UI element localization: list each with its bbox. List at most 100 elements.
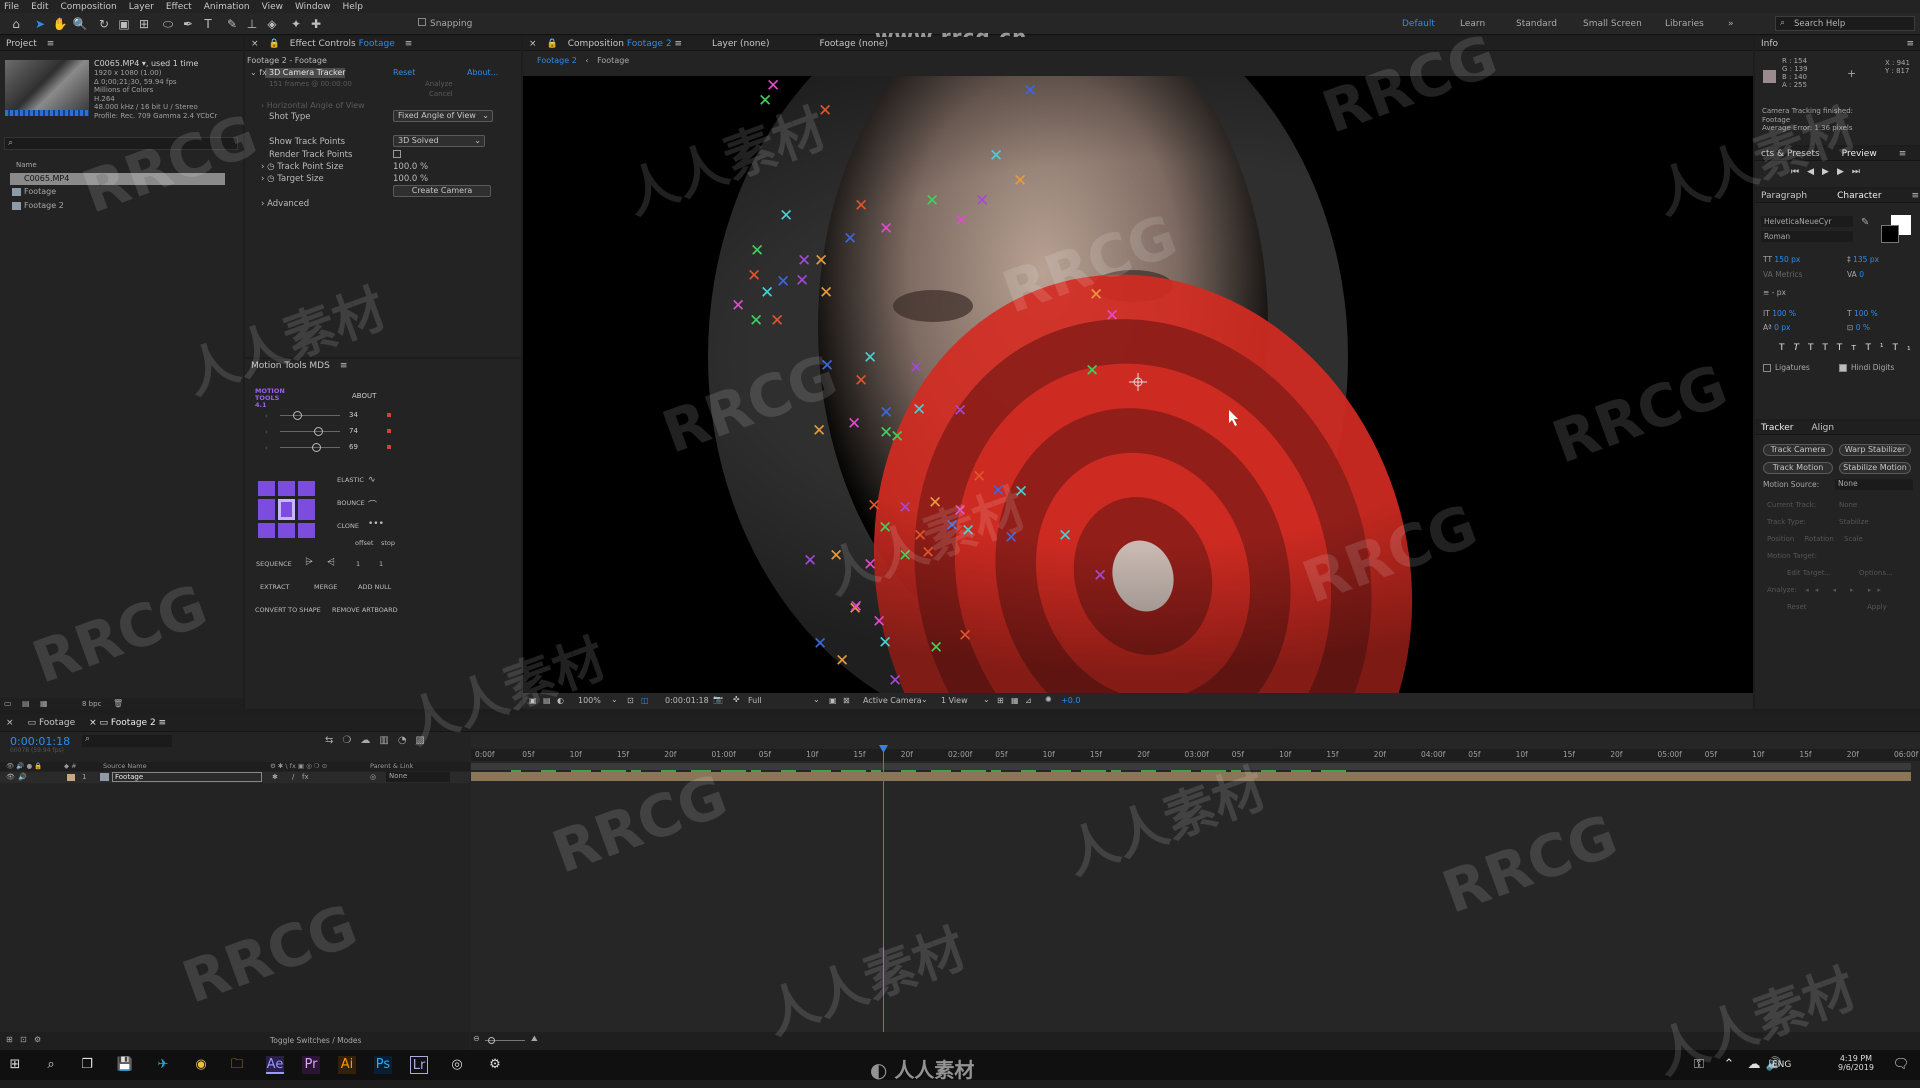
chevron-right-icon[interactable]: › [261, 174, 264, 184]
zoom-tool-icon[interactable]: 🔍 [72, 16, 88, 32]
transparency-grid-icon[interactable]: ◫ [641, 696, 649, 705]
project-search-input[interactable]: ⌕ [4, 137, 238, 150]
region-of-interest-icon[interactable]: ▤ [543, 696, 551, 705]
chevron-right-icon[interactable]: › [261, 162, 264, 172]
snapping-checkbox[interactable] [418, 18, 426, 26]
effects-presets-tab[interactable]: cts & Presets [1761, 147, 1820, 160]
motion-source-dropdown[interactable]: None [1835, 479, 1913, 490]
speaker-icon[interactable]: 🔊 [18, 773, 27, 781]
horizontal-scale-field[interactable]: T 100 % [1847, 309, 1878, 318]
effect-name-3d-camera-tracker[interactable]: 3D Camera Tracker [269, 68, 346, 77]
column-parent-link[interactable]: Parent & Link [370, 762, 413, 770]
close-icon[interactable]: × [251, 37, 259, 50]
lightroom-icon[interactable]: Lr [410, 1056, 428, 1074]
track-point-marker[interactable]: ✕ [958, 626, 972, 646]
menu-file[interactable]: File [4, 2, 19, 12]
task-view-icon[interactable]: ❐ [78, 1056, 96, 1074]
draft-3d-icon[interactable]: ❍ [342, 735, 360, 746]
network-icon[interactable]: ⚿ [1690, 1056, 1708, 1074]
track-point-marker[interactable]: ✕ [770, 311, 784, 331]
sequence-value-2[interactable]: 1 [379, 560, 383, 568]
parent-dropdown[interactable]: None [386, 772, 450, 782]
work-area-bar[interactable] [471, 763, 1911, 770]
mask-visibility-icon[interactable]: ◐ [557, 696, 564, 705]
next-frame-icon[interactable]: ▶ [1837, 167, 1852, 177]
slider-knob-3[interactable] [312, 443, 321, 452]
vertical-scale-field[interactable]: IT 100 % [1763, 309, 1796, 318]
app-icon[interactable]: ⚙ [486, 1056, 504, 1074]
nav-comp-footage[interactable]: Footage [597, 56, 629, 65]
stop-label[interactable]: stop [381, 539, 395, 547]
last-frame-icon[interactable]: ⏭ [1852, 167, 1868, 177]
zoom-slider-knob[interactable] [488, 1037, 495, 1044]
file-explorer-icon[interactable]: 🗀 [228, 1056, 246, 1074]
search-icon[interactable]: ⌕ [42, 1056, 60, 1074]
timeline-tab-footage[interactable]: ▭ Footage [28, 714, 76, 731]
anchor-cell[interactable] [298, 499, 315, 520]
fx-switch-icon[interactable]: fx [302, 773, 309, 781]
menu-animation[interactable]: Animation [204, 2, 250, 12]
fx-icon[interactable]: ⌄ fx [250, 68, 267, 77]
comp-flowchart-icon[interactable]: ⊿ [1025, 696, 1032, 705]
track-point-marker[interactable]: ✕ [797, 251, 811, 271]
track-point-marker[interactable]: ✕ [898, 546, 912, 566]
fast-previews-icon[interactable]: ▣ [829, 696, 837, 705]
previous-frame-icon[interactable]: ◀ [1807, 167, 1822, 177]
after-effects-icon[interactable]: Ae [266, 1056, 284, 1074]
font-style-dropdown[interactable]: Roman [1761, 231, 1853, 242]
anchor-cell[interactable] [258, 499, 275, 520]
track-point-marker[interactable]: ✕ [835, 651, 849, 671]
shot-type-dropdown[interactable]: Fixed Angle of View ⌄ [393, 110, 493, 122]
track-point-marker[interactable]: ✕ [898, 498, 912, 518]
graph-editor-icon[interactable]: ▨ [416, 735, 434, 746]
effect-controls-tab[interactable]: Effect Controls Footage [290, 37, 395, 50]
shy-layers-icon[interactable]: ☁ [360, 735, 379, 746]
track-point-marker[interactable]: ✕ [1014, 482, 1028, 502]
play-icon[interactable]: ▶ [1822, 167, 1837, 177]
home-icon[interactable]: ⌂ [8, 16, 24, 32]
track-point-marker[interactable]: ✕ [945, 516, 959, 536]
footage-viewer-tab[interactable]: Footage (none) [819, 37, 888, 50]
comp-mini-flowchart-icon[interactable]: ⇆ [325, 735, 342, 746]
composition-tab[interactable]: Composition Footage 2 ≡ [568, 37, 682, 50]
track-point-marker[interactable]: ✕ [929, 638, 943, 658]
pan-behind-tool-icon[interactable]: ⊞ [136, 16, 152, 32]
track-point-marker[interactable]: ✕ [975, 191, 989, 211]
windows-start-icon[interactable]: ⊞ [6, 1056, 24, 1074]
reset-exposure-icon[interactable]: ✺ [1045, 695, 1052, 704]
hand-tool-icon[interactable]: ✋ [52, 16, 68, 32]
timeline-link-icon[interactable]: ▦ [1011, 696, 1019, 705]
pickwhip-icon[interactable]: ◎ [370, 773, 376, 781]
track-point-marker[interactable]: ✕ [1058, 526, 1072, 546]
track-point-marker[interactable]: ✕ [912, 400, 926, 420]
stroke-width-field[interactable]: ≡ - px [1763, 288, 1786, 297]
toggle-switches-modes[interactable]: Toggle Switches / Modes [270, 1036, 361, 1045]
anchor-cell[interactable] [278, 481, 295, 496]
track-point-marker[interactable]: ✕ [954, 211, 968, 231]
layer-switches-icon[interactable]: ⊞ [6, 1035, 13, 1044]
small-caps-icon[interactable]: Tᴛ [1837, 343, 1866, 353]
track-point-marker[interactable]: ✕ [779, 206, 793, 226]
merge-button[interactable]: MERGE [314, 583, 337, 591]
composition-viewer[interactable]: ✕ ✕ ✕ ✕ ✕ ✕ ✕ ✕ ✕ ✕ ✕ ✕ ✕ ✕ ✕ ✕ ✕ ✕ ✕ ✕ ✕ ✕ ✕ ✕ ✕ ✕ ✕ ✕ ✕ ✕ ✕ ✕ ✕ ✕ ✕ ✕ ✕ ✕ ✕ ✕… [523, 76, 1753, 693]
anchor-cell[interactable] [258, 523, 275, 538]
magnification-dropdown[interactable]: 100% [578, 696, 601, 705]
motion-blur-icon[interactable]: ◔ [398, 735, 416, 746]
zoom-in-icon[interactable]: ⛰ [531, 1034, 538, 1044]
lock-icon[interactable]: 🔒 [547, 37, 558, 50]
illustrator-icon[interactable]: Ai [338, 1056, 356, 1074]
selection-tool-icon[interactable]: ➤ [32, 16, 48, 32]
track-point-marker[interactable]: ✕ [1023, 81, 1037, 101]
track-point-marker[interactable]: ✕ [863, 555, 877, 575]
menu-icon[interactable]: ≡ [405, 37, 413, 50]
subscript-icon[interactable]: T₁ [1893, 343, 1920, 353]
project-item-c0065[interactable]: C0065.MP4 [10, 173, 225, 185]
search-help-field[interactable]: ⌕ Search Help [1775, 16, 1915, 31]
trash-icon[interactable]: 🗑 [113, 699, 123, 708]
slider-value-1[interactable]: 34 [349, 411, 358, 419]
track-point-marker[interactable]: ✕ [878, 633, 892, 653]
onedrive-icon[interactable]: ☁ [1745, 1056, 1763, 1074]
column-name[interactable]: Name [16, 161, 37, 169]
offset-label[interactable]: offset [355, 539, 373, 547]
eyedropper-icon[interactable]: ✎ [1861, 217, 1869, 228]
